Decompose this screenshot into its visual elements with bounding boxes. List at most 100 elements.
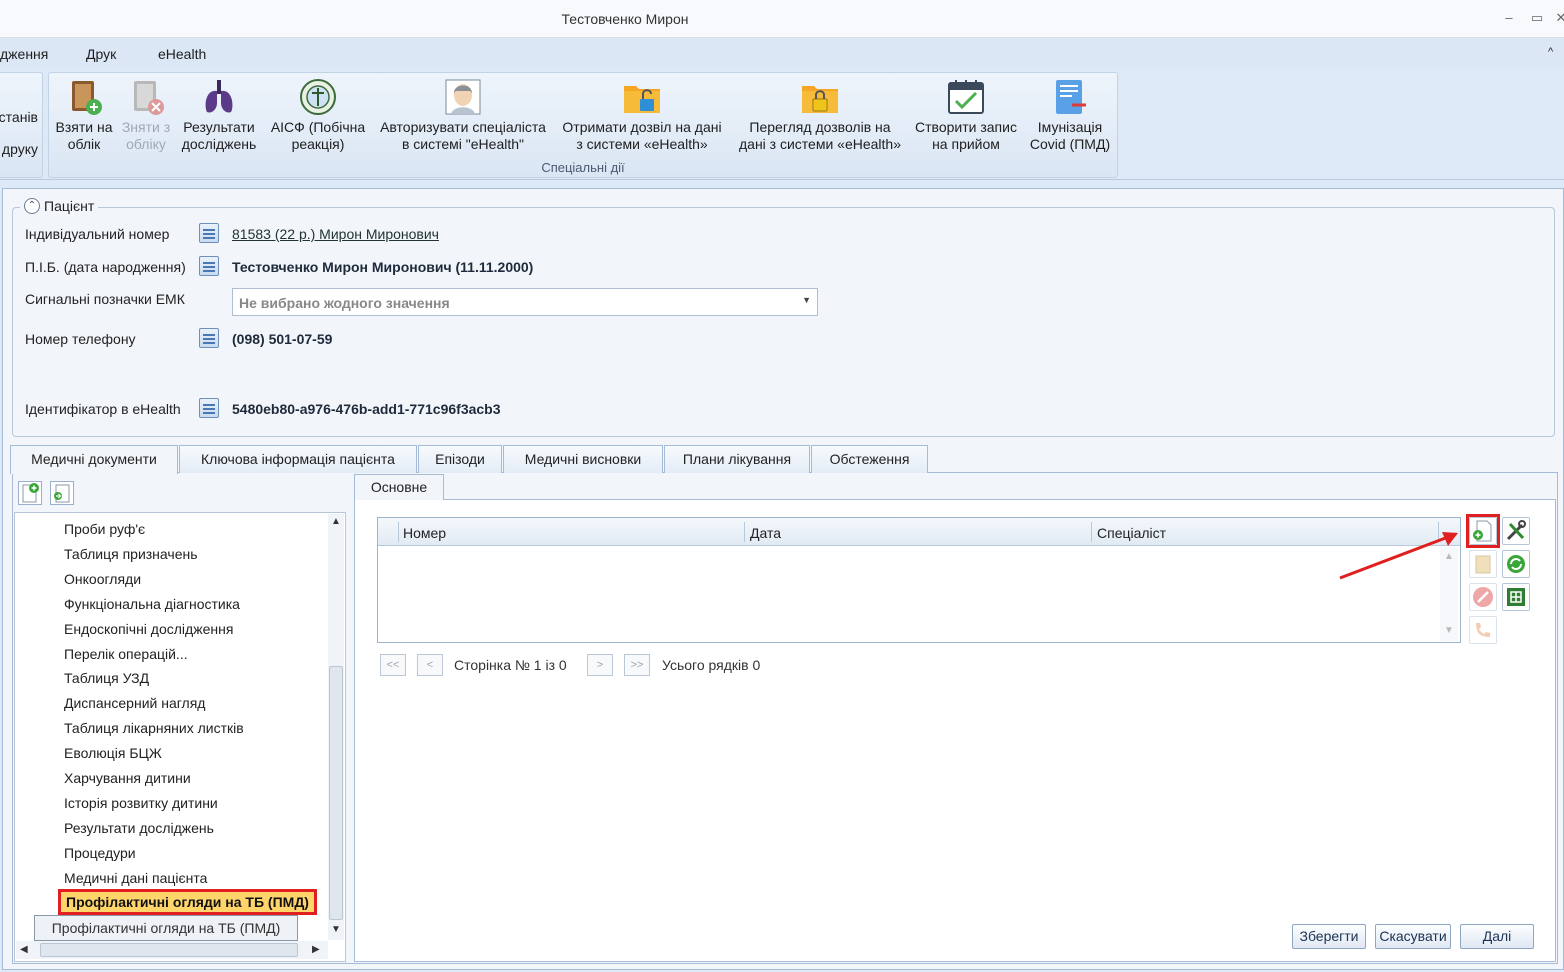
tree-item[interactable]: Таблиця лікарняних листків xyxy=(64,720,244,736)
ribbon-partial-label-2[interactable]: друку xyxy=(2,141,38,157)
tree-item-selected[interactable]: Профілактичні огляди на ТБ (ПМД) xyxy=(58,889,317,915)
signal-marks-placeholder: Не вибрано жодного значення xyxy=(239,295,450,311)
remove-from-record-button[interactable]: Зняти з обліку xyxy=(117,77,175,163)
menu-item-partial[interactable]: дження xyxy=(0,46,48,62)
scroll-down-icon[interactable]: ▼ xyxy=(1444,625,1454,636)
ribbon-group-label: Спеціальні дії xyxy=(541,160,625,175)
menu-item-ehealth[interactable]: eHealth xyxy=(158,46,206,62)
create-appointment-label-1: Створити запис xyxy=(915,119,1017,135)
pharma-emblem-icon xyxy=(300,79,336,115)
tree-vertical-scrollbar[interactable]: ▲ ▼ xyxy=(328,514,344,940)
get-permission-button[interactable]: Отримати дозвіл на дані з системи «eHeal… xyxy=(555,77,729,163)
column-separator[interactable] xyxy=(398,522,399,542)
pager-prev-button[interactable]: < xyxy=(417,654,443,676)
research-results-button[interactable]: Результати досліджень xyxy=(177,77,261,163)
cancel-button[interactable]: Скасувати xyxy=(1375,924,1451,949)
close-button[interactable]: ✕ xyxy=(1552,9,1564,27)
tree-item[interactable]: Процедури xyxy=(64,845,136,861)
tree-item[interactable]: Ендоскопічні дослідження xyxy=(64,621,233,637)
tab-episodes[interactable]: Епізоди xyxy=(418,445,502,473)
research-results-label-1: Результати xyxy=(183,119,255,135)
minimize-button[interactable]: – xyxy=(1500,9,1518,27)
create-appointment-button[interactable]: Створити запис на прийом xyxy=(909,77,1023,163)
tab-treatment-plans[interactable]: Плани лікування xyxy=(664,445,810,473)
take-on-record-button[interactable]: Взяти на облік xyxy=(51,77,117,163)
phone-label: Номер телефону xyxy=(25,331,136,347)
view-permissions-label-1: Перегляд дозволів на xyxy=(749,119,891,135)
dropdown-arrow-icon[interactable]: ▼ xyxy=(802,295,811,305)
get-permission-label-1: Отримати дозвіл на дані xyxy=(562,119,722,135)
take-on-record-label-2: облік xyxy=(67,136,101,152)
aisf-adverse-reaction-button[interactable]: АІСФ (Побічна реакція) xyxy=(263,77,373,163)
aisf-label-1: АІСФ (Побічна xyxy=(270,119,366,135)
column-header-date[interactable]: Дата xyxy=(750,525,781,541)
tab-medical-conclusions[interactable]: Медичні висновки xyxy=(503,445,663,473)
tree-item[interactable]: Еволюція БЦЖ xyxy=(64,745,162,761)
tree-horizontal-scrollbar[interactable]: ◀ ▶ xyxy=(16,941,328,959)
ribbon-collapse-icon[interactable]: ^ xyxy=(1548,46,1553,58)
cancel-button-icon[interactable] xyxy=(1469,583,1497,611)
tree-item[interactable]: Медичні дані пацієнта xyxy=(64,870,207,886)
view-permissions-label-2: дані з системи «eHealth» xyxy=(738,136,902,152)
card-icon[interactable] xyxy=(199,398,219,418)
tab-main[interactable]: Основне xyxy=(354,474,444,500)
tree-item[interactable]: Результати досліджень xyxy=(64,820,214,836)
scroll-right-icon[interactable]: ▶ xyxy=(312,944,320,955)
tree-item[interactable]: Онкоогляди xyxy=(64,571,141,587)
ribbon-partial-label-1[interactable]: станів xyxy=(0,109,38,125)
menu-item-print[interactable]: Друк xyxy=(86,46,116,62)
signal-marks-dropdown[interactable]: Не вибрано жодного значення ▼ xyxy=(232,288,818,316)
tree-item[interactable]: Функціональна діагностика xyxy=(64,596,240,612)
scroll-thumb[interactable] xyxy=(329,666,343,920)
card-icon[interactable] xyxy=(199,223,219,243)
column-header-number[interactable]: Номер xyxy=(403,525,446,541)
card-icon[interactable] xyxy=(199,328,219,348)
excel-export-button[interactable] xyxy=(1502,583,1530,611)
save-button[interactable]: Зберегти xyxy=(1292,924,1366,949)
create-appointment-label-2: на прийом xyxy=(932,136,1000,152)
tab-examinations[interactable]: Обстеження xyxy=(811,445,928,473)
scroll-left-icon[interactable]: ◀ xyxy=(20,944,28,955)
tree-item[interactable]: Харчування дитини xyxy=(64,770,191,786)
scroll-down-icon[interactable]: ▼ xyxy=(331,924,341,935)
open-book-button[interactable] xyxy=(1469,550,1497,578)
annotation-arrow-icon xyxy=(1339,532,1458,580)
window-title: Тестовченко Мирон xyxy=(561,11,689,27)
tree-item[interactable]: Перелік операцій... xyxy=(64,646,188,662)
scroll-thumb[interactable] xyxy=(40,943,298,957)
call-button[interactable] xyxy=(1469,616,1497,644)
column-header-specialist[interactable]: Спеціаліст xyxy=(1097,525,1166,541)
restore-button[interactable]: ▭ xyxy=(1528,9,1546,27)
take-on-record-label-1: Взяти на xyxy=(55,119,113,135)
view-permissions-button[interactable]: Перегляд дозволів на дані з системи «eHe… xyxy=(733,77,907,163)
tree-item[interactable]: Історія розвитку дитини xyxy=(64,795,218,811)
get-permission-label-2: з системи «eHealth» xyxy=(576,136,708,152)
tab-key-patient-info[interactable]: Ключова інформація пацієнта xyxy=(179,445,417,473)
grid-header: Номер Дата Спеціаліст xyxy=(378,518,1460,546)
collapse-icon[interactable]: ⌃ xyxy=(24,198,40,214)
covid-immunization-label-1: Імунізація xyxy=(1037,119,1103,135)
tools-button[interactable] xyxy=(1502,517,1530,545)
tree-item[interactable]: Проби руф'є xyxy=(64,521,145,537)
open-document-button[interactable] xyxy=(50,481,74,505)
column-separator[interactable] xyxy=(1091,522,1092,542)
pager-first-button[interactable]: << xyxy=(380,654,406,676)
column-separator[interactable] xyxy=(744,522,745,542)
pager-last-button[interactable]: >> xyxy=(624,654,650,676)
folder-unlock-icon xyxy=(624,86,660,113)
next-button[interactable]: Далі xyxy=(1460,924,1534,949)
patient-group-header[interactable]: ⌃ Пацієнт xyxy=(20,198,99,214)
authorize-specialist-button[interactable]: Авторизувати спеціаліста в системі "eHea… xyxy=(375,77,551,163)
tree-item[interactable]: Таблиця УЗД xyxy=(64,670,149,686)
remove-from-record-label-2: обліку xyxy=(126,136,166,152)
card-icon[interactable] xyxy=(199,256,219,276)
individual-number-link[interactable]: 81583 (22 р.) Мирон Миронович xyxy=(232,226,439,242)
pager-next-button[interactable]: > xyxy=(587,654,613,676)
tab-medical-documents[interactable]: Медичні документи xyxy=(10,445,178,474)
covid-immunization-button[interactable]: Імунізація Covid (ПМД) xyxy=(1025,77,1115,163)
scroll-up-icon[interactable]: ▲ xyxy=(331,516,341,527)
add-node-button[interactable] xyxy=(18,481,42,505)
tree-item[interactable]: Диспансерний нагляд xyxy=(64,695,205,711)
refresh-button[interactable] xyxy=(1502,550,1530,578)
tree-item[interactable]: Таблиця призначень xyxy=(64,546,198,562)
